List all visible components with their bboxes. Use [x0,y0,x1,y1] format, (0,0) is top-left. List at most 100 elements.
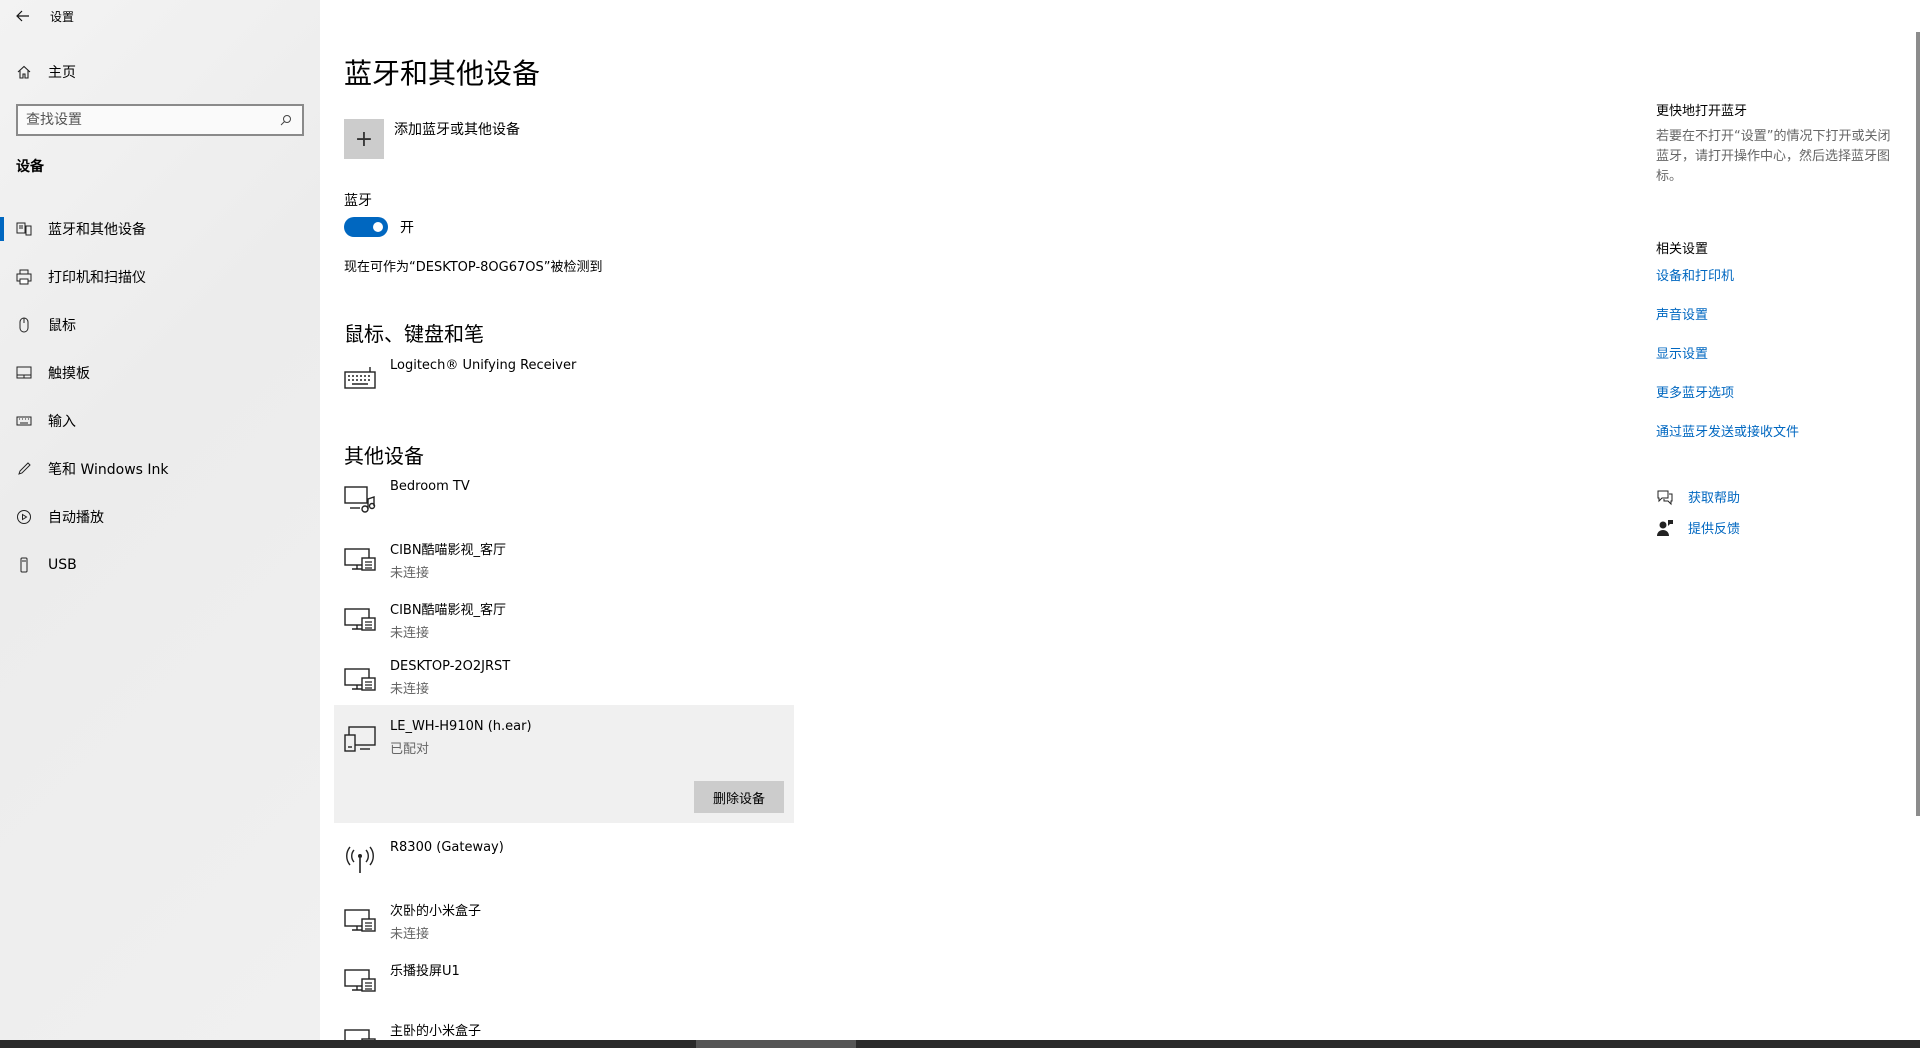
device-name: DESKTOP-2O2JRST [390,659,511,674]
device-item[interactable]: CIBN酷喵影视_客厅 未连接 [334,591,794,651]
device-item[interactable]: R8300 (Gateway) [334,832,794,892]
link-sound-settings[interactable]: 声音设置 [1656,304,1708,323]
right-panel: 更快地打开蓝牙 若要在不打开“设置”的情况下打开或关闭蓝牙，请打开操作中心，然后… [1656,100,1896,537]
remove-device-button[interactable]: 删除设备 [694,781,784,813]
device-text: 次卧的小米盒子 未连接 [390,900,481,942]
sidebar-item-typing[interactable]: 输入 [0,397,320,445]
device-text: R8300 (Gateway) [390,840,504,855]
search-input[interactable] [26,112,278,128]
wireless-router-icon [344,844,376,876]
feedback-person-icon [1656,519,1674,537]
sidebar-item-label: 蓝牙和其他设备 [48,222,146,238]
link-more-bluetooth[interactable]: 更多蓝牙选项 [1656,382,1734,401]
sidebar-item-label: 打印机和扫描仪 [48,270,146,286]
sidebar-item-label: 触摸板 [48,366,90,382]
feedback-link[interactable]: 提供反馈 [1656,518,1740,537]
bluetooth-devices-icon [16,221,32,237]
add-device-label: 添加蓝牙或其他设备 [394,122,520,138]
network-display-icon [344,603,376,635]
device-name: Logitech® Unifying Receiver [390,358,577,373]
bluetooth-toggle-row: 开 [344,217,414,237]
device-text: CIBN酷喵影视_客厅 未连接 [390,599,506,641]
device-name: CIBN酷喵影视_客厅 [390,543,507,558]
touchpad-icon [16,365,32,381]
device-status: 未连接 [390,682,430,697]
search-icon[interactable] [278,112,294,128]
nav-list: 蓝牙和其他设备 打印机和扫描仪 鼠标 触摸板 输入 笔和 Windows Ink… [0,205,320,589]
sidebar-item-label: USB [48,557,77,573]
keyboard-icon [344,362,376,394]
device-name: 主卧的小米盒子 [390,1024,482,1039]
sidebar-item-autoplay[interactable]: 自动播放 [0,493,320,541]
network-display-icon [344,964,376,996]
device-status: 未连接 [390,566,430,581]
device-item[interactable]: 主卧的小米盒子 [334,1012,794,1040]
app-title: 设置 [50,9,75,24]
sidebar-item-label: 输入 [48,414,76,430]
sidebar-item-bluetooth[interactable]: 蓝牙和其他设备 [0,205,320,253]
device-item[interactable]: Logitech® Unifying Receiver [334,350,794,410]
sidebar-item-printers[interactable]: 打印机和扫描仪 [0,253,320,301]
pen-icon [16,461,32,477]
back-button[interactable] [0,0,46,32]
search-box[interactable] [16,104,304,136]
device-status: 未连接 [390,927,430,942]
link-bluetooth-file-transfer[interactable]: 通过蓝牙发送或接收文件 [1656,421,1799,440]
back-arrow-icon [16,10,29,22]
taskbar-active-app[interactable] [696,1040,856,1048]
device-text: LE_WH-H910N (h.ear) 已配对 [390,719,532,757]
device-item[interactable]: Bedroom TV [334,471,794,531]
sidebar-item-label: 笔和 Windows Ink [48,462,169,478]
link-display-settings[interactable]: 显示设置 [1656,343,1708,362]
group-title-input: 鼠标、键盘和笔 [344,322,484,346]
device-status: 未连接 [390,626,430,641]
network-display-icon [344,543,376,575]
network-display-icon [344,1024,376,1040]
sidebar-item-usb[interactable]: USB [0,541,320,589]
device-status: 已配对 [390,742,430,757]
get-help-label: 获取帮助 [1688,491,1741,506]
feedback-label: 提供反馈 [1688,522,1741,537]
taskbar [0,1040,1920,1048]
sidebar-item-pen[interactable]: 笔和 Windows Ink [0,445,320,493]
bluetooth-label: 蓝牙 [344,193,372,209]
device-name: R8300 (Gateway) [390,840,504,855]
device-text: Logitech® Unifying Receiver [390,358,576,373]
media-device-icon [344,483,376,515]
device-item[interactable]: DESKTOP-2O2JRST 未连接 [334,651,794,711]
nav-home[interactable]: 主页 [16,62,76,82]
chat-help-icon [1656,488,1674,506]
keyboard-icon [16,413,32,429]
mouse-icon [16,317,32,333]
sidebar-item-touchpad[interactable]: 触摸板 [0,349,320,397]
vertical-scrollbar[interactable] [1916,32,1920,816]
paired-device-icon [344,723,376,755]
device-text: DESKTOP-2O2JRST 未连接 [390,659,510,697]
bluetooth-toggle[interactable] [344,217,388,237]
device-text: 乐播投屏U1 [390,960,460,979]
device-item[interactable]: 次卧的小米盒子 未连接 [334,892,794,952]
device-name: LE_WH-H910N (h.ear) [390,719,532,734]
sidebar-item-mouse[interactable]: 鼠标 [0,301,320,349]
network-display-icon [344,904,376,936]
device-text: 主卧的小米盒子 [390,1020,481,1039]
device-name: Bedroom TV [390,479,470,494]
add-device-button[interactable]: + 添加蓝牙或其他设备 [344,119,520,159]
sidebar-item-label: 鼠标 [48,318,76,334]
related-settings-title: 相关设置 [1656,242,1709,257]
link-devices-printers[interactable]: 设备和打印机 [1656,265,1734,284]
home-icon [16,64,32,80]
device-item-selected[interactable]: LE_WH-H910N (h.ear) 已配对 删除设备 [334,705,794,823]
plus-icon: + [344,119,384,159]
device-name: 乐播投屏U1 [390,964,460,979]
usb-icon [16,557,32,573]
device-name: 次卧的小米盒子 [390,904,482,919]
device-name: CIBN酷喵影视_客厅 [390,603,507,618]
quick-bluetooth-desc: 若要在不打开“设置”的情况下打开或关闭蓝牙，请打开操作中心，然后选择蓝牙图标。 [1656,129,1891,184]
get-help-link[interactable]: 获取帮助 [1656,487,1740,506]
quick-bluetooth-title: 更快地打开蓝牙 [1656,104,1748,119]
device-item[interactable]: CIBN酷喵影视_客厅 未连接 [334,531,794,591]
device-item[interactable]: 乐播投屏U1 [334,952,794,1012]
bluetooth-state: 开 [400,220,414,236]
discoverable-text: 现在可作为“DESKTOP-8OG67OS”被检测到 [344,260,603,275]
